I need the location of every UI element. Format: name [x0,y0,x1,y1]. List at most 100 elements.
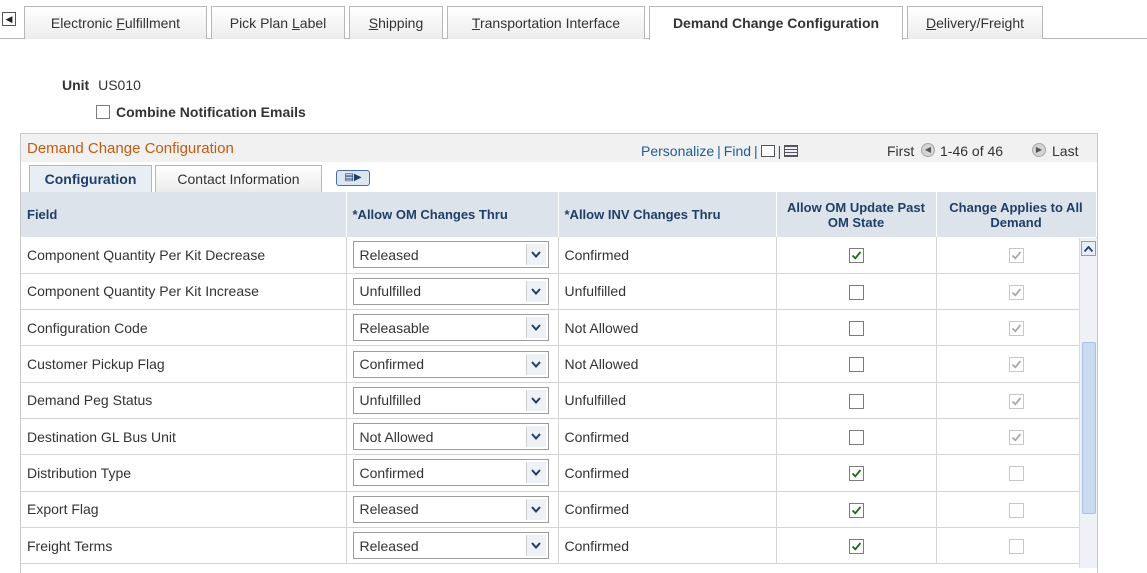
tab-electronic-fulfillment[interactable]: Electronic Fulfillment [24,6,207,39]
grid-header-row: Field *Allow OM Changes Thru *Allow INV … [21,192,1097,237]
chevron-down-icon[interactable] [525,462,546,484]
personalize-link[interactable]: Personalize [641,143,714,159]
tab-delivery-freight[interactable]: Delivery/Freight [907,6,1043,39]
col-om-changes-header[interactable]: *Allow OM Changes Thru [346,192,559,237]
chevron-down-icon[interactable] [525,317,546,339]
unit-row: Unit US010 [62,77,141,93]
last-label: Last [1052,143,1079,159]
applies-all-checkbox [1008,357,1024,373]
inv-changes-cell: Unfulfilled [558,382,777,419]
first-label: First [887,143,915,159]
inv-changes-cell: Unfulfilled [558,273,777,311]
applies-all-checkbox [1008,466,1024,482]
om-update-cell [776,273,937,311]
table-row: Component Quantity Per Kit Decrease Relea… [21,237,1097,274]
next-icon[interactable]: ▶ [1032,143,1046,157]
dropdown-value: Unfulfilled [359,392,421,409]
col-om-update-header[interactable]: Allow OM Update Past OM State [776,192,937,237]
subtab-label: Contact Information [177,171,300,187]
vertical-scrollbar[interactable] [1079,238,1097,568]
col-inv-changes-header[interactable]: *Allow INV Changes Thru [558,192,777,237]
tab-scroll-left-icon[interactable]: ◀ [2,12,16,26]
tab-label: Electronic Fulfillment [50,15,181,31]
applies-all-cell [936,382,1097,419]
row-range: 1-46 of 46 [940,143,1004,159]
table-row: Component Quantity Per Kit Increase Unful… [21,273,1097,311]
combine-emails-checkbox[interactable] [96,105,110,119]
om-changes-dropdown[interactable]: Confirmed [352,350,549,378]
applies-all-cell [936,273,1097,311]
chevron-down-icon[interactable] [525,498,546,520]
om-changes-dropdown[interactable]: Released [352,241,549,269]
col-field-header[interactable]: Field [21,192,347,237]
om-update-cell [776,382,937,419]
om-update-checkbox[interactable] [848,321,864,337]
grid-toolbar: Personalize | Find | | [641,143,799,159]
field-cell: Component Quantity Per Kit Decrease [21,237,347,274]
chevron-down-icon[interactable] [525,426,546,448]
om-update-cell [776,454,937,492]
tab-transportation-interface[interactable]: Transportation Interface [447,6,645,39]
applies-all-checkbox [1008,430,1024,446]
om-update-checkbox[interactable] [848,502,864,518]
dropdown-value: Unfulfilled [359,283,421,300]
om-changes-dropdown[interactable]: Releasable [352,314,549,342]
chevron-down-icon[interactable] [525,535,546,557]
applies-all-checkbox [1008,321,1024,337]
tab-demand-change-configuration[interactable]: Demand Change Configuration [649,6,903,40]
table-row: Export Flag Released Confirmed [21,491,1097,528]
applies-all-cell [936,309,1097,347]
table-row: Freight Terms Released Confirmed [21,527,1097,565]
om-changes-cell: Releasable [346,309,559,347]
chevron-down-icon[interactable] [525,244,546,266]
om-update-checkbox[interactable] [848,284,864,300]
om-changes-cell: Unfulfilled [346,382,559,419]
find-link[interactable]: Find [724,143,751,159]
om-update-checkbox[interactable] [848,393,864,409]
separator: | [717,143,721,159]
combine-emails-label: Combine Notification Emails [116,104,306,120]
om-changes-cell: Released [346,237,559,274]
om-changes-dropdown[interactable]: Unfulfilled [352,277,549,305]
chevron-down-icon[interactable] [525,389,546,411]
om-update-cell [776,237,937,274]
view-all-icon[interactable] [760,145,775,157]
grid-table: Field *Allow OM Changes Thru *Allow INV … [21,192,1097,565]
om-update-checkbox[interactable] [848,248,864,264]
subtab-contact-information[interactable]: Contact Information [155,165,322,192]
om-changes-dropdown[interactable]: Unfulfilled [352,386,549,414]
show-all-columns-icon[interactable]: ▤▶ [336,170,370,186]
download-grid-icon[interactable] [784,145,799,157]
om-changes-dropdown[interactable]: Released [352,532,549,560]
om-changes-dropdown[interactable]: Confirmed [352,459,549,487]
om-update-checkbox[interactable] [848,357,864,373]
subtab-configuration[interactable]: Configuration [29,165,152,192]
col-applies-all-header[interactable]: Change Applies to All Demand [936,192,1097,237]
scroll-thumb[interactable] [1082,342,1096,514]
scroll-up-icon[interactable] [1081,241,1096,256]
applies-all-cell [936,237,1097,274]
dropdown-value: Released [359,537,419,554]
demand-change-grid: Demand Change Configuration Personalize |… [20,133,1098,573]
chevron-down-icon[interactable] [525,353,546,375]
inv-changes-cell: Confirmed [558,237,777,274]
om-update-checkbox[interactable] [848,538,864,554]
om-changes-cell: Confirmed [346,345,559,383]
om-update-cell [776,418,937,456]
chevron-down-icon[interactable] [525,280,546,302]
inv-changes-cell: Not Allowed [558,309,777,347]
applies-all-checkbox [1008,502,1024,518]
om-update-checkbox[interactable] [848,466,864,482]
field-cell: Destination GL Bus Unit [21,418,347,456]
om-changes-cell: Unfulfilled [346,273,559,311]
om-changes-dropdown[interactable]: Not Allowed [352,423,549,451]
tab-pick-plan-label[interactable]: Pick Plan Label [211,6,345,39]
table-row: Customer Pickup Flag Confirmed Not Allowed [21,345,1097,383]
separator: | [777,143,782,159]
inv-changes-cell: Confirmed [558,454,777,492]
dropdown-value: Not Allowed [359,428,434,445]
om-changes-dropdown[interactable]: Released [352,495,549,523]
om-update-checkbox[interactable] [848,430,864,446]
previous-icon[interactable]: ◀ [921,143,935,157]
tab-shipping[interactable]: Shipping [349,6,443,39]
